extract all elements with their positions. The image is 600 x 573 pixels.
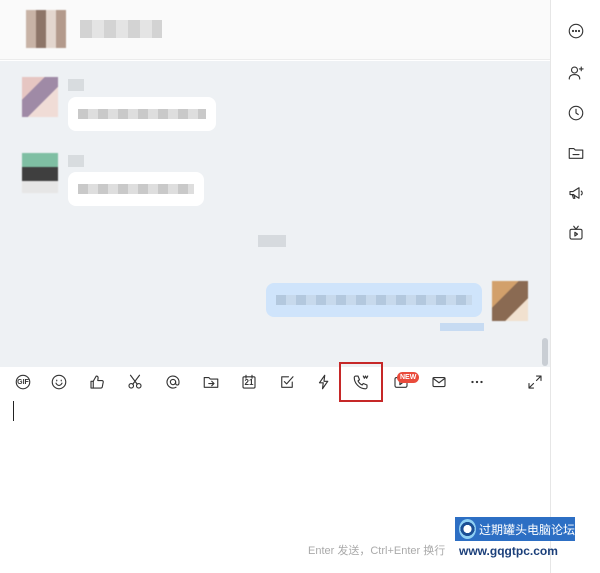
chat-window: GIF 21 NEW Enter 发送，Ctrl+Enter 换行 过期罐头电脑… [0, 0, 600, 573]
expand-editor-button[interactable] [524, 371, 546, 393]
mail-icon [432, 376, 446, 388]
gif-button[interactable]: GIF [12, 371, 34, 393]
email-button[interactable] [428, 371, 450, 393]
emoji-icon [51, 374, 67, 390]
avatar[interactable] [22, 77, 58, 117]
watermark-logo-icon [459, 519, 476, 539]
send-file-button[interactable] [200, 371, 222, 393]
quick-reply-button[interactable] [313, 371, 335, 393]
sender-name-blurred [68, 79, 84, 91]
tv-icon [569, 225, 583, 240]
checkbox-icon [281, 376, 294, 388]
text-caret [13, 401, 14, 421]
gif-label: GIF [17, 378, 29, 386]
add-member-button[interactable] [565, 62, 587, 84]
thumbs-up-icon [90, 375, 104, 389]
chat-header [0, 0, 550, 60]
input-toolbar: GIF 21 [0, 367, 550, 403]
more-options-button[interactable] [565, 20, 587, 42]
history-icon [568, 105, 584, 121]
contact-avatar[interactable] [26, 10, 66, 48]
read-status-blurred [440, 323, 484, 331]
files-button[interactable] [565, 142, 587, 164]
more-icon [471, 380, 483, 384]
announcement-button[interactable] [565, 182, 587, 204]
announcement-icon [569, 187, 583, 199]
folder-icon [568, 147, 584, 159]
message-text-blurred [276, 295, 472, 305]
like-button[interactable] [86, 371, 108, 393]
own-avatar[interactable] [492, 281, 528, 321]
own-message-bubble[interactable] [266, 283, 482, 317]
message-list[interactable] [0, 61, 550, 367]
history-button[interactable] [565, 102, 587, 124]
avatar[interactable] [22, 153, 58, 193]
todo-button[interactable] [276, 371, 298, 393]
folder-share-icon [203, 376, 219, 388]
lightning-icon [318, 374, 329, 390]
contact-name-blurred [80, 20, 162, 38]
live-tv-button[interactable] [565, 222, 587, 244]
calendar-day: 21 [244, 378, 254, 387]
new-badge: NEW [397, 372, 420, 383]
scissors-icon [128, 374, 142, 389]
more-button[interactable] [466, 371, 488, 393]
mention-button[interactable] [162, 371, 184, 393]
highlight-box [339, 362, 383, 402]
message-text-blurred [78, 109, 206, 119]
more-options-icon [568, 23, 584, 39]
add-user-icon [568, 66, 584, 80]
send-hint: Enter 发送，Ctrl+Enter 换行 [308, 545, 446, 557]
watermark-banner: 过期罐头电脑论坛 [455, 517, 575, 541]
sender-name-blurred [68, 155, 84, 167]
scrollbar-thumb[interactable] [542, 338, 548, 366]
screenshot-button[interactable] [124, 371, 146, 393]
message-bubble[interactable] [68, 172, 204, 206]
calendar-button[interactable]: 21 [238, 371, 260, 393]
expand-icon [528, 375, 542, 389]
watermark-url: www.gqgtpc.com [459, 544, 558, 558]
watermark: 过期罐头电脑论坛 www.gqgtpc.com [455, 517, 575, 565]
message-bubble[interactable] [68, 97, 216, 131]
timestamp-blurred [258, 235, 286, 247]
watermark-title: 过期罐头电脑论坛 [478, 522, 575, 537]
at-icon [166, 375, 180, 389]
message-text-blurred [78, 184, 194, 194]
right-sidebar [550, 0, 600, 573]
emoji-button[interactable] [48, 371, 70, 393]
